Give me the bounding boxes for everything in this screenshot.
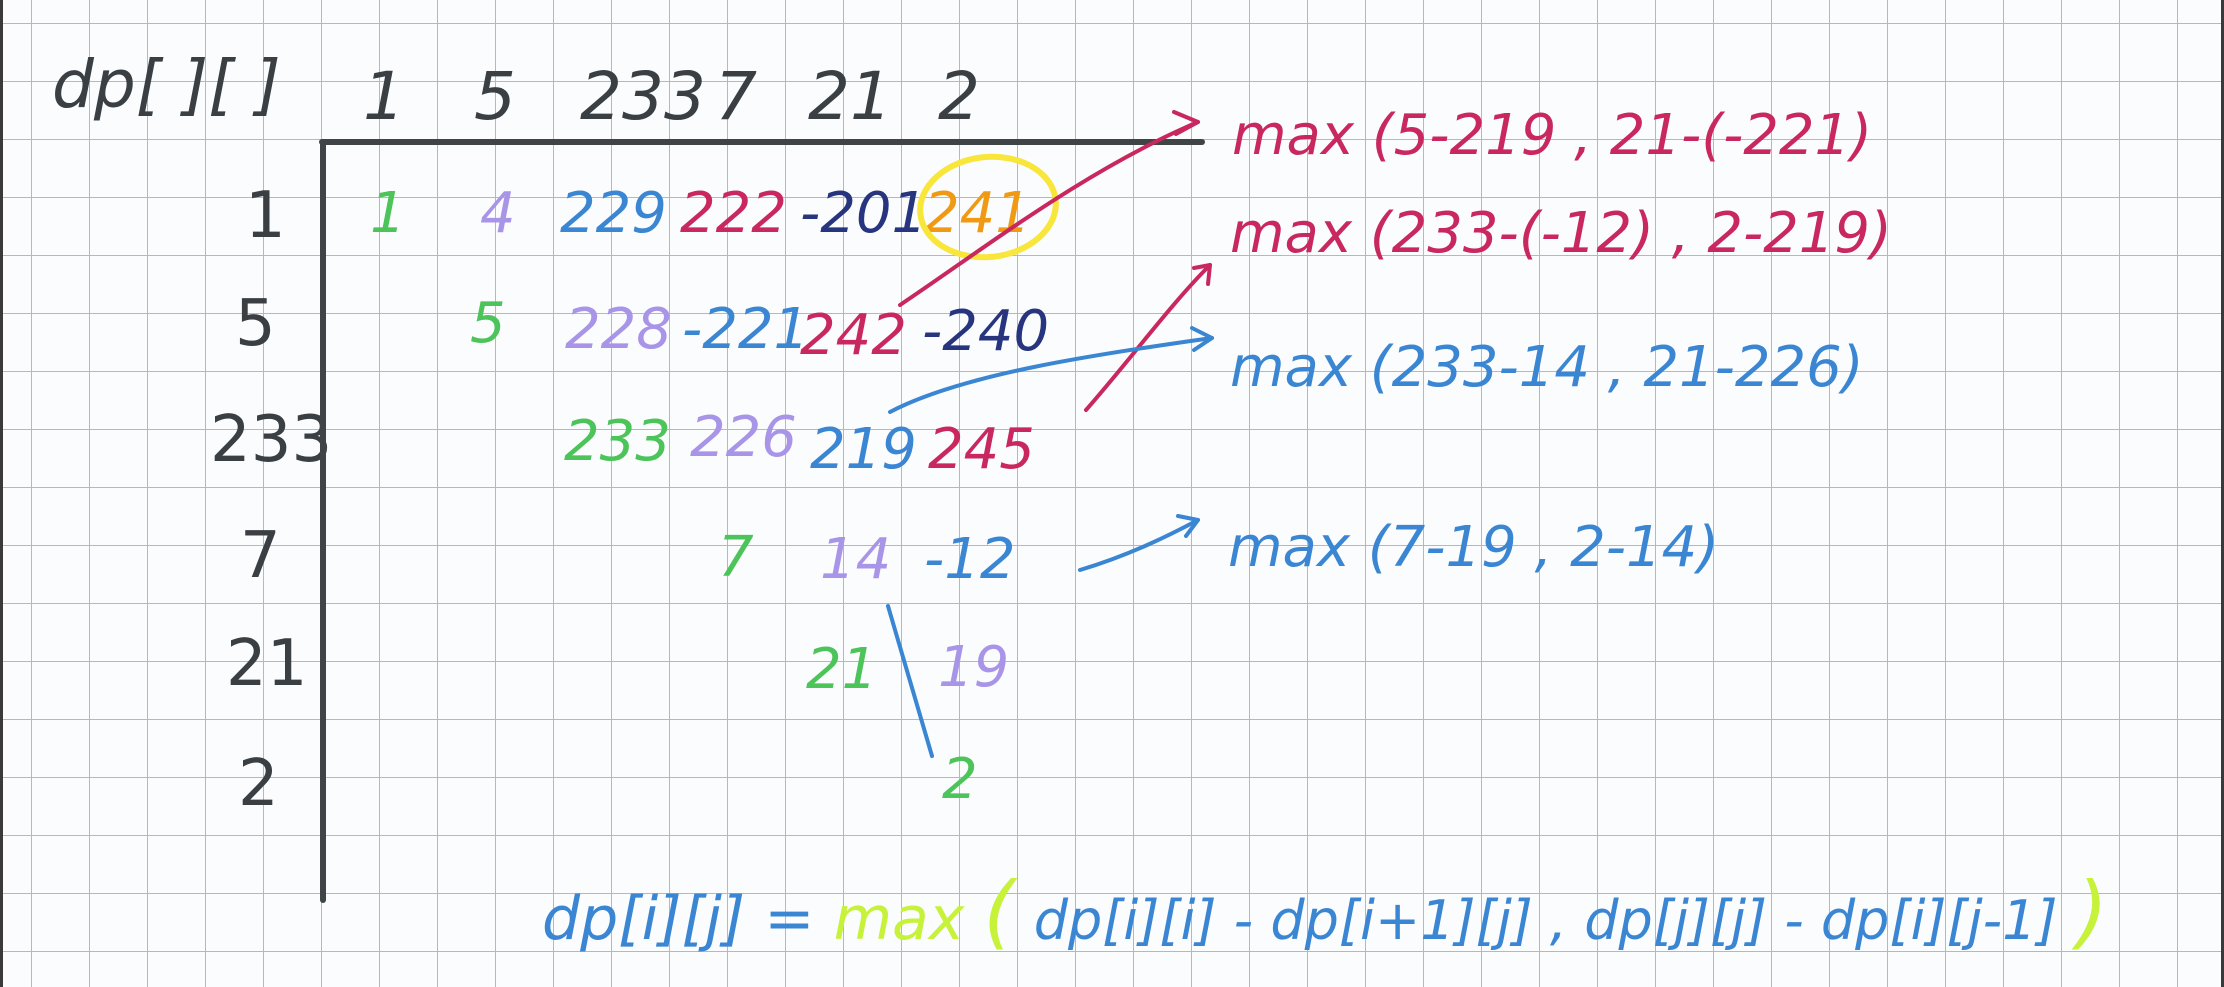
arrow-row-4 bbox=[1078, 518, 1200, 572]
arrow-row-1 bbox=[898, 120, 1200, 307]
result-highlight-circle bbox=[917, 153, 1059, 261]
connector-line bbox=[886, 604, 934, 758]
notebook-page: dp[ ][ ] 1 5 233 7 21 2 1 5 233 7 21 2 1… bbox=[0, 0, 2224, 987]
drawing-layer bbox=[319, 110, 1214, 903]
arrow-row-3 bbox=[888, 336, 1214, 414]
arrow-row-2 bbox=[1084, 263, 1212, 412]
